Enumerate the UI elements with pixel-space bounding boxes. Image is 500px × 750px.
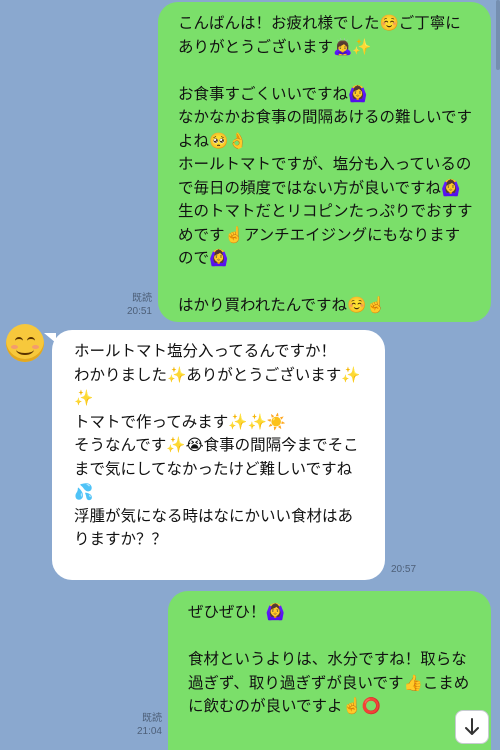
avatar-mouth xyxy=(16,344,34,355)
message-time: 20:51 xyxy=(126,306,152,317)
scroll-to-bottom-button[interactable] xyxy=(455,710,489,744)
contact-avatar[interactable] xyxy=(6,324,44,362)
message-time: 21:04 xyxy=(136,726,162,737)
read-receipt: 既読 xyxy=(142,713,162,724)
message-meta: 既読 20:51 xyxy=(112,292,152,318)
outgoing-message-bubble[interactable]: ぜひぜひ！🙆‍♀️ 食材というよりは、水分ですね！取らな過ぎず、取り過ぎずが良い… xyxy=(168,591,491,750)
outgoing-message-bubble[interactable]: こんばんは！お疲れ様でした☺️ご丁寧にありがとうございます🙇‍♀️✨ お食事すご… xyxy=(158,2,491,322)
scrollbar[interactable] xyxy=(496,0,500,70)
read-receipt: 既読 xyxy=(132,293,152,304)
message-meta: 既読 21:04 xyxy=(122,712,162,738)
arrow-down-icon xyxy=(464,718,480,736)
incoming-message-bubble[interactable]: ホールトマト塩分入ってるんですか！ わかりました✨ありがとうございます✨✨ トマ… xyxy=(52,330,385,580)
message-time: 20:57 xyxy=(391,564,417,575)
